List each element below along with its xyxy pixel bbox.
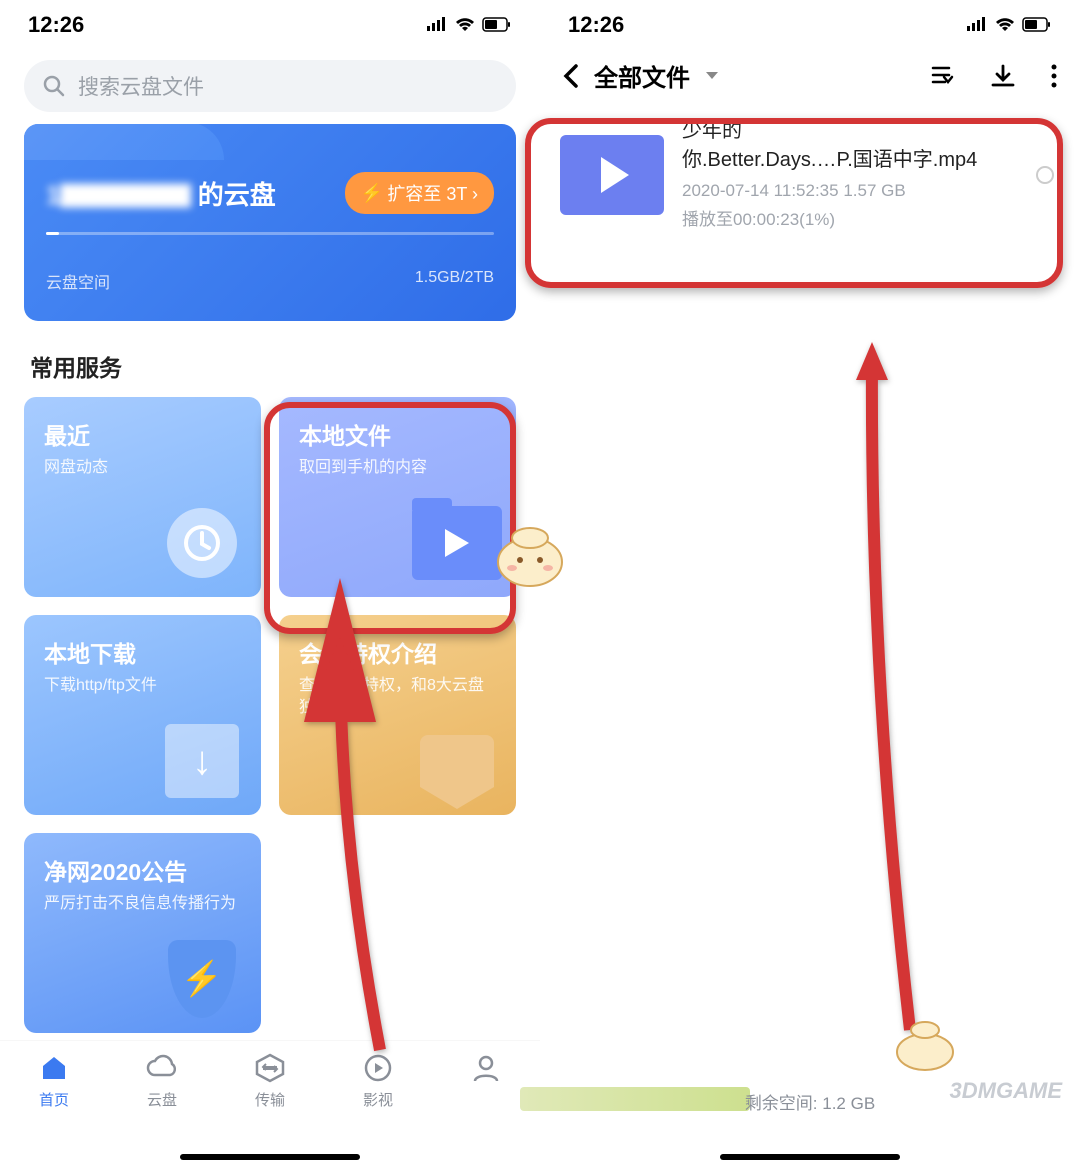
status-icons (426, 17, 512, 33)
home-icon (37, 1051, 71, 1085)
card-sub: 下载http/ftp文件 (44, 675, 241, 697)
file-name-line1: 少年的 (682, 117, 1018, 146)
status-time: 12:26 (568, 12, 624, 38)
status-bar: 12:26 (0, 0, 540, 50)
nav-cloud[interactable]: 云盘 (145, 1051, 179, 1110)
nav-transfer[interactable]: 传输 (253, 1051, 287, 1110)
status-time: 12:26 (28, 12, 84, 38)
cloud-icon (145, 1051, 179, 1085)
nav-home[interactable]: 首页 (37, 1051, 71, 1110)
wifi-icon (994, 17, 1016, 33)
watermark: 3DMGAME (950, 1078, 1062, 1104)
back-icon[interactable] (562, 62, 580, 90)
card-vip[interactable]: 会员特权介绍 查看会员特权，和8大云盘独特权 (279, 615, 516, 815)
card-title: 净网2020公告 (44, 853, 241, 887)
nav-label: 首页 (39, 1089, 69, 1110)
services-title: 常用服务 (30, 349, 510, 383)
card-sub: 取回到手机的内容 (299, 457, 496, 479)
battery-icon (482, 17, 512, 33)
video-thumbnail (560, 135, 664, 215)
card-local-download[interactable]: 本地下载 下载http/ftp文件 ↓ (24, 615, 261, 815)
cartoon-character-2 (890, 1016, 960, 1072)
nav-label: 传输 (255, 1089, 285, 1110)
usage-label: 云盘空间 (46, 269, 110, 293)
transfer-icon (253, 1051, 287, 1085)
header-title[interactable]: 全部文件 (594, 58, 690, 93)
storage-progress (46, 232, 494, 235)
nav-video[interactable]: 影视 (361, 1051, 395, 1110)
usage-value: 1.5GB/2TB (415, 269, 494, 293)
play-icon (601, 157, 629, 193)
select-radio[interactable] (1036, 166, 1054, 184)
nav-profile[interactable] (469, 1051, 503, 1089)
battery-icon (1022, 17, 1052, 33)
screen-files: 12:26 全部文件 少年的 你.Better.Da (540, 0, 1080, 1168)
sort-icon[interactable] (930, 63, 956, 89)
card-title: 本地文件 (299, 417, 496, 451)
file-progress: 播放至00:00:23(1%) (682, 208, 1018, 233)
dropdown-icon[interactable] (704, 70, 720, 82)
file-item[interactable]: 少年的 你.Better.Days.…P.国语中字.mp4 2020-07-14… (540, 107, 1080, 242)
screen-home: 12:26 搜索云盘文件 1▇▇▇▇▇ 的云盘 ⚡扩容至 3T › 云盘空间 1… (0, 0, 540, 1168)
card-sub: 严厉打击不良信息传播行为 (44, 893, 241, 915)
cartoon-character (490, 520, 570, 590)
download-icon[interactable] (990, 63, 1016, 89)
more-icon[interactable] (1050, 63, 1058, 89)
nav-label: 影视 (363, 1089, 393, 1110)
expand-button[interactable]: ⚡扩容至 3T › (345, 172, 494, 214)
folder-play-icon (412, 506, 502, 580)
signal-icon (966, 17, 988, 33)
status-icons (966, 17, 1052, 33)
file-name-line2: 你.Better.Days.…P.国语中字.mp4 (682, 146, 1018, 175)
card-sub: 网盘动态 (44, 457, 241, 479)
download-icon: ↓ (165, 724, 239, 798)
nav-label: 云盘 (147, 1089, 177, 1110)
card-sub: 查看会员特权，和8大云盘独特权 (299, 675, 496, 720)
shield-icon: ⚡ (168, 940, 236, 1018)
diamond-icon (420, 735, 494, 787)
home-indicator (720, 1154, 900, 1160)
card-title: 最近 (44, 417, 241, 451)
video-icon (361, 1051, 395, 1085)
signal-icon (426, 17, 448, 33)
card-notice[interactable]: 净网2020公告 严厉打击不良信息传播行为 ⚡ (24, 833, 261, 1033)
wifi-icon (454, 17, 476, 33)
profile-icon (469, 1051, 503, 1085)
cloud-banner[interactable]: 1▇▇▇▇▇ 的云盘 ⚡扩容至 3T › 云盘空间 1.5GB/2TB (24, 124, 516, 321)
search-icon (42, 74, 66, 98)
bottom-nav: 首页 云盘 传输 影视 (0, 1040, 540, 1168)
card-recent[interactable]: 最近 网盘动态 (24, 397, 261, 597)
search-placeholder: 搜索云盘文件 (78, 71, 204, 101)
card-title: 会员特权介绍 (299, 635, 496, 669)
status-bar: 12:26 (540, 0, 1080, 50)
clock-icon (167, 508, 237, 578)
file-meta-line: 2020-07-14 11:52:35 1.57 GB (682, 179, 1018, 204)
card-local-files[interactable]: 本地文件 取回到手机的内容 (279, 397, 516, 597)
cloud-title: 1▇▇▇▇▇ 的云盘 (46, 175, 276, 212)
search-input[interactable]: 搜索云盘文件 (24, 60, 516, 112)
home-indicator (180, 1154, 360, 1160)
card-title: 本地下载 (44, 635, 241, 669)
